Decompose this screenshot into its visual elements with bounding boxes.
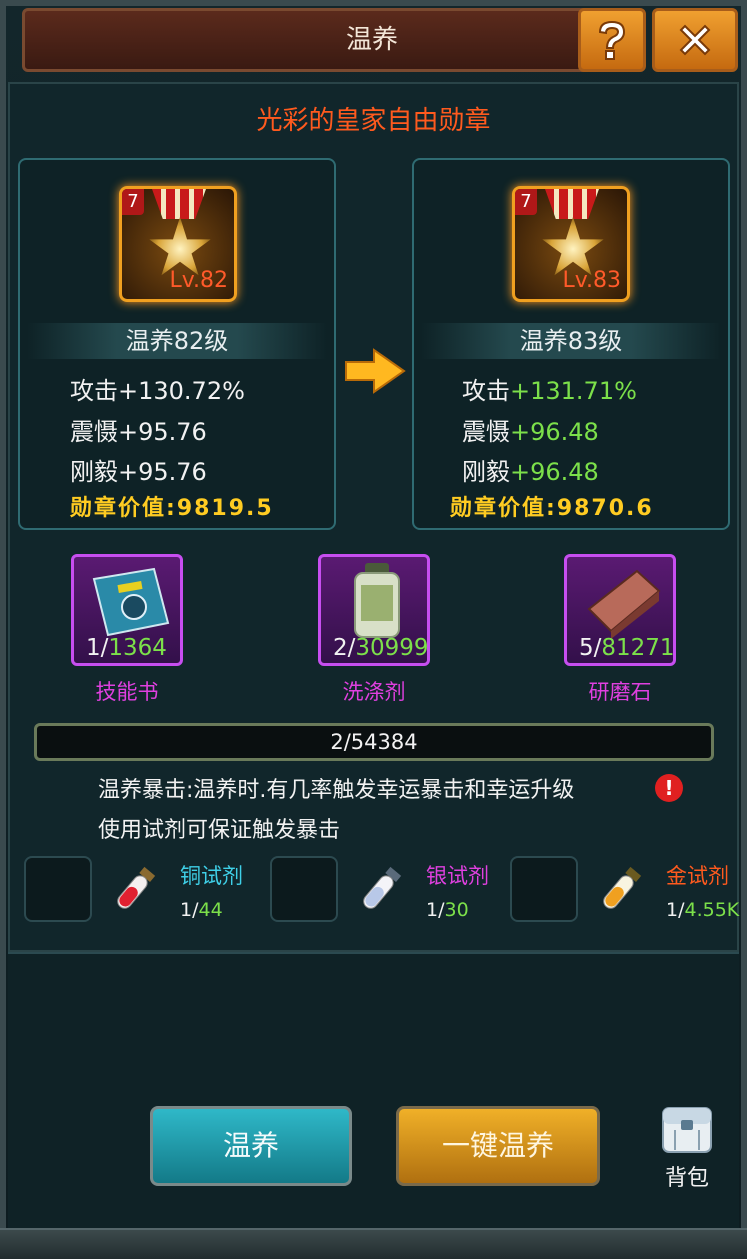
potion-slot[interactable] xyxy=(24,856,92,922)
material-name: 研磨石 xyxy=(588,680,652,704)
current-medal-icon[interactable]: 7 Lv.82 xyxy=(119,186,237,302)
reagent-hint: 使用试剂可保证触发暴击 xyxy=(98,818,341,843)
material-count: 2/30999 xyxy=(333,635,429,661)
ribbon-icon xyxy=(152,189,206,219)
next-level: 温养83级 xyxy=(421,323,721,359)
next-medal-icon[interactable]: 7 Lv.83 xyxy=(512,186,630,302)
crit-description: 温养暴击:温养时.有几率触发幸运暴击和幸运升级 xyxy=(98,778,575,803)
progress-text: 2/54384 xyxy=(330,730,418,754)
potion-name: 银试剂 xyxy=(426,864,489,888)
help-button[interactable] xyxy=(578,8,646,72)
bag-label: 背包 xyxy=(664,1166,709,1191)
potion-count: 1/30 xyxy=(426,899,469,921)
medal-level: Lv.82 xyxy=(169,268,228,293)
close-button[interactable] xyxy=(652,8,738,72)
current-level: 温养82级 xyxy=(27,323,327,359)
stat-row: 攻击+130.72% xyxy=(70,377,245,405)
close-icon xyxy=(679,24,711,56)
medal-value: 勋章价值:9870.6 xyxy=(450,496,654,521)
medal-level: Lv.83 xyxy=(562,268,621,293)
silver-vial-icon xyxy=(363,866,402,909)
detergent-bottle-icon xyxy=(354,563,400,638)
gold-vial-icon xyxy=(603,866,642,909)
backpack-icon xyxy=(662,1107,712,1153)
stat-row: 刚毅+95.76 xyxy=(70,458,207,486)
potion-name: 铜试剂 xyxy=(180,864,243,888)
stat-row: 攻击+131.71% xyxy=(462,377,637,405)
potion-slot[interactable] xyxy=(510,856,578,922)
skill-book-slot[interactable]: 1/1364 xyxy=(71,554,183,666)
stat-row: 震慑+96.48 xyxy=(462,418,599,446)
potion-slot[interactable] xyxy=(270,856,338,922)
copper-vial-icon xyxy=(117,866,156,909)
medal-value: 勋章价值:9819.5 xyxy=(70,496,274,521)
potion-count: 1/44 xyxy=(180,899,223,921)
quality-badge: 7 xyxy=(122,189,144,215)
grindstone-icon xyxy=(587,569,661,639)
potion-count: 1/4.55K xyxy=(666,899,740,921)
quality-badge: 7 xyxy=(515,189,537,215)
potion-name: 金试剂 xyxy=(666,864,729,888)
stat-row: 刚毅+96.48 xyxy=(462,458,599,486)
material-name: 洗涤剂 xyxy=(342,680,406,704)
arrow-right-icon xyxy=(345,348,406,394)
material-count: 5/81271 xyxy=(579,635,675,661)
quick-foster-button[interactable]: 一键温养 xyxy=(396,1106,600,1186)
bag-button[interactable]: 背包 xyxy=(652,1104,722,1191)
grindstone-slot[interactable]: 5/81271 xyxy=(564,554,676,666)
detergent-slot[interactable]: 2/30999 xyxy=(318,554,430,666)
warning-icon[interactable]: ! xyxy=(655,774,683,802)
bottom-area xyxy=(8,952,739,1242)
material-count: 1/1364 xyxy=(86,635,167,661)
material-name: 技能书 xyxy=(95,680,159,704)
question-icon xyxy=(598,20,626,60)
foster-button[interactable]: 温养 xyxy=(150,1106,352,1186)
skill-book-icon xyxy=(92,567,170,637)
ribbon-icon xyxy=(545,189,599,219)
item-name: 光彩的皇家自由勋章 xyxy=(256,106,491,136)
stat-row: 震慑+95.76 xyxy=(70,418,207,446)
bottom-frame-bar xyxy=(0,1228,747,1259)
